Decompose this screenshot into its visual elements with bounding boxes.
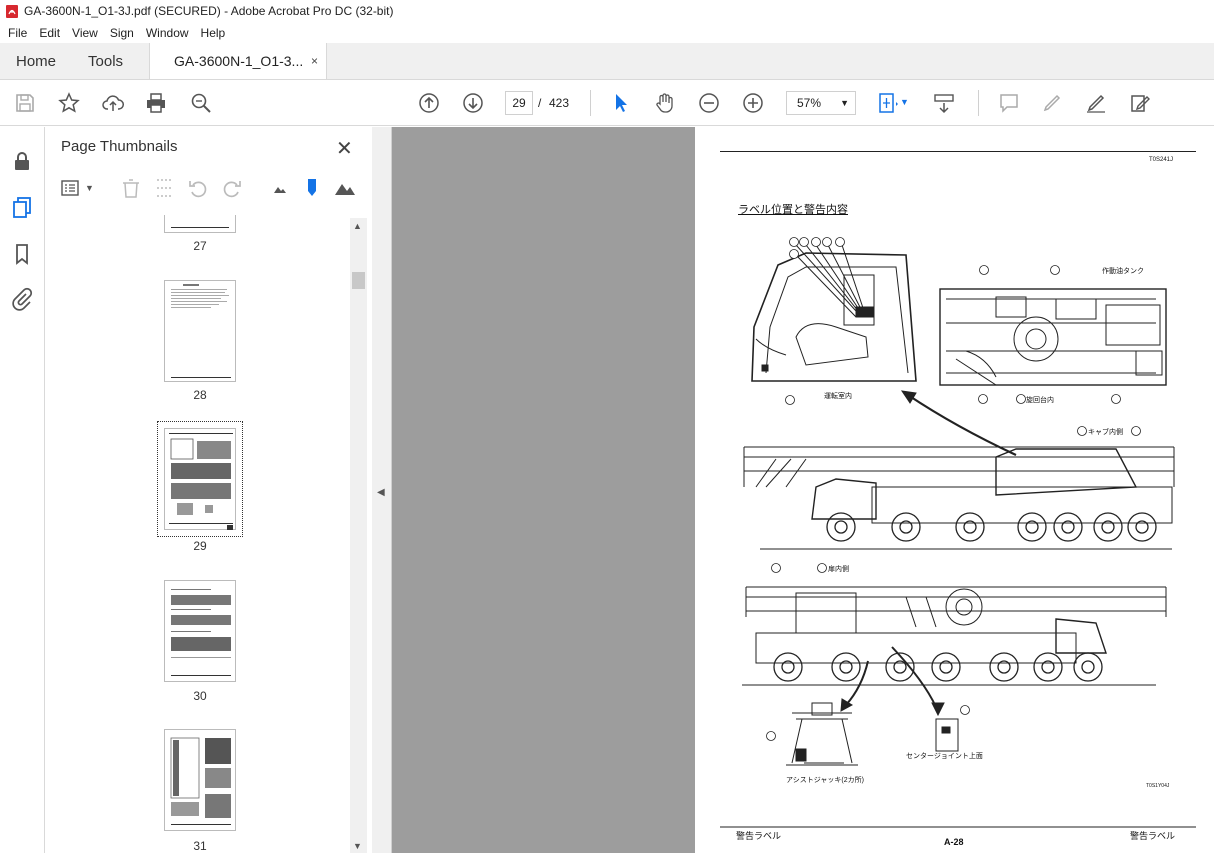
zoom-in-icon[interactable]: [741, 91, 765, 115]
page-number-input[interactable]: 29: [505, 91, 533, 115]
scroll-down-icon[interactable]: ▼: [353, 841, 362, 851]
label-swivel-interior: 旋回台内: [1026, 397, 1054, 404]
page-separator: /: [538, 96, 542, 110]
document-background: [372, 127, 695, 853]
print-icon[interactable]: [144, 91, 168, 115]
fit-menu-chevron-icon[interactable]: ▼: [900, 97, 909, 107]
zoom-search-icon[interactable]: [189, 91, 213, 115]
panel-collapse-handle[interactable]: ◀: [372, 127, 392, 853]
menu-file[interactable]: File: [2, 26, 33, 40]
bookmark-icon[interactable]: [10, 242, 34, 266]
label-door-inside: 扉内側: [828, 566, 849, 573]
menu-help[interactable]: Help: [195, 26, 232, 40]
acrobat-logo-icon: [6, 4, 18, 18]
hand-tool-icon[interactable]: [653, 91, 677, 115]
thumbnail-page-number: 30: [193, 689, 207, 703]
select-cursor-icon[interactable]: [609, 91, 633, 115]
tab-home[interactable]: Home: [0, 43, 72, 79]
figure-code: T0S1Y04J: [1146, 783, 1170, 789]
sign-icon[interactable]: [1084, 91, 1108, 115]
chevron-down-icon: ▼: [840, 98, 849, 108]
panel-title: Page Thumbnails: [61, 138, 178, 155]
thumbnail-options-icon[interactable]: [60, 177, 82, 199]
edit-pdf-icon[interactable]: [1128, 91, 1152, 115]
highlight-pen-icon[interactable]: [1040, 91, 1064, 115]
title-bar: GA-3600N-1_O1-3J.pdf (SECURED) - Adobe A…: [0, 0, 1214, 22]
thumbnail-page-number: 28: [193, 388, 207, 402]
page-folio: A-28: [944, 837, 964, 847]
lock-icon[interactable]: [10, 149, 34, 173]
scroll-up-icon[interactable]: ▲: [353, 221, 362, 231]
delete-page-icon[interactable]: [120, 177, 142, 199]
menu-edit[interactable]: Edit: [33, 26, 66, 40]
cloud-upload-icon[interactable]: [101, 91, 125, 115]
tab-close-icon[interactable]: ×: [311, 54, 318, 68]
tab-bar: Home Tools GA-3600N-1_O1-3... ×: [0, 43, 1214, 80]
zoom-level-value: 57%: [797, 96, 822, 110]
thumbnail-toolbar: ▼: [45, 173, 372, 205]
footer-right: 警告ラベル: [1130, 831, 1176, 841]
tab-document[interactable]: GA-3600N-1_O1-3... ×: [149, 43, 328, 79]
attachment-icon[interactable]: [10, 287, 34, 311]
left-rail: [0, 127, 45, 853]
rotate-ccw-icon[interactable]: [187, 177, 209, 199]
thumbnail-page-number: 27: [193, 239, 207, 253]
toolbar-divider: [978, 90, 979, 116]
menu-bar: File Edit View Sign Window Help: [0, 22, 1214, 43]
thumbnail-smaller-icon[interactable]: [269, 177, 291, 199]
panel-close-icon[interactable]: ✕: [336, 136, 353, 161]
footer-left: 警告ラベル: [736, 831, 782, 841]
next-page-icon[interactable]: [461, 91, 485, 115]
thumbnail-page-number: 31: [193, 839, 207, 853]
thumbnail-list: 27 28 29 30 31: [45, 215, 363, 853]
zoom-out-icon[interactable]: [697, 91, 721, 115]
menu-sign[interactable]: Sign: [104, 26, 140, 40]
previous-page-icon[interactable]: [417, 91, 441, 115]
menu-view[interactable]: View: [66, 26, 104, 40]
thumbnail-page-number: 29: [193, 539, 207, 553]
tab-document-label: GA-3600N-1_O1-3...: [174, 53, 304, 69]
save-icon[interactable]: [13, 91, 37, 115]
options-chevron-icon[interactable]: ▼: [85, 183, 94, 193]
collapse-left-icon: ◀: [377, 487, 385, 498]
thumbnail-marker-icon[interactable]: [301, 177, 323, 199]
label-assist-jack: アシストジャッキ(2カ所): [786, 777, 864, 784]
thumbnail-page[interactable]: [164, 280, 236, 382]
thumbnail-larger-icon[interactable]: [334, 177, 356, 199]
scroll-mode-icon[interactable]: [932, 91, 956, 115]
label-hydraulic-tank: 作動油タンク: [1102, 268, 1144, 275]
comment-icon[interactable]: [997, 91, 1021, 115]
label-center-joint: センタージョイント上面: [906, 753, 983, 760]
label-cab-inside: キャブ内側: [1088, 429, 1123, 436]
thumbnails-panel: Page Thumbnails ✕ ▼ 27 28 29 30 31: [45, 127, 372, 853]
crane-diagram: [720, 237, 1196, 828]
star-icon[interactable]: [57, 91, 81, 115]
tab-tools[interactable]: Tools: [72, 43, 139, 79]
rotate-cw-icon[interactable]: [221, 177, 243, 199]
total-pages: 423: [549, 96, 570, 110]
page-thumbnails-icon[interactable]: [10, 195, 34, 219]
pdf-page: T0S241J ラベル位置と警告内容 作動油タンク 運転室内 旋回台内 キャブ内…: [696, 127, 1214, 853]
thumbnails-scrollbar[interactable]: ▲ ▼: [350, 218, 367, 853]
window-title: GA-3600N-1_O1-3J.pdf (SECURED) - Adobe A…: [24, 4, 394, 18]
main-toolbar: [0, 80, 1214, 126]
thumbnail-page[interactable]: [164, 729, 236, 831]
label-cab-interior: 運転室内: [824, 393, 852, 400]
zoom-level-select[interactable]: 57% ▼: [786, 91, 856, 115]
scrollbar-thumb[interactable]: [352, 272, 365, 289]
thumbnail-page-selected[interactable]: [164, 428, 236, 530]
menu-window[interactable]: Window: [140, 26, 195, 40]
toolbar-divider: [590, 90, 591, 116]
extract-pages-icon[interactable]: [153, 177, 175, 199]
thumbnail-page[interactable]: [164, 215, 236, 233]
thumbnail-page[interactable]: [164, 580, 236, 682]
fit-page-icon[interactable]: [876, 91, 900, 115]
